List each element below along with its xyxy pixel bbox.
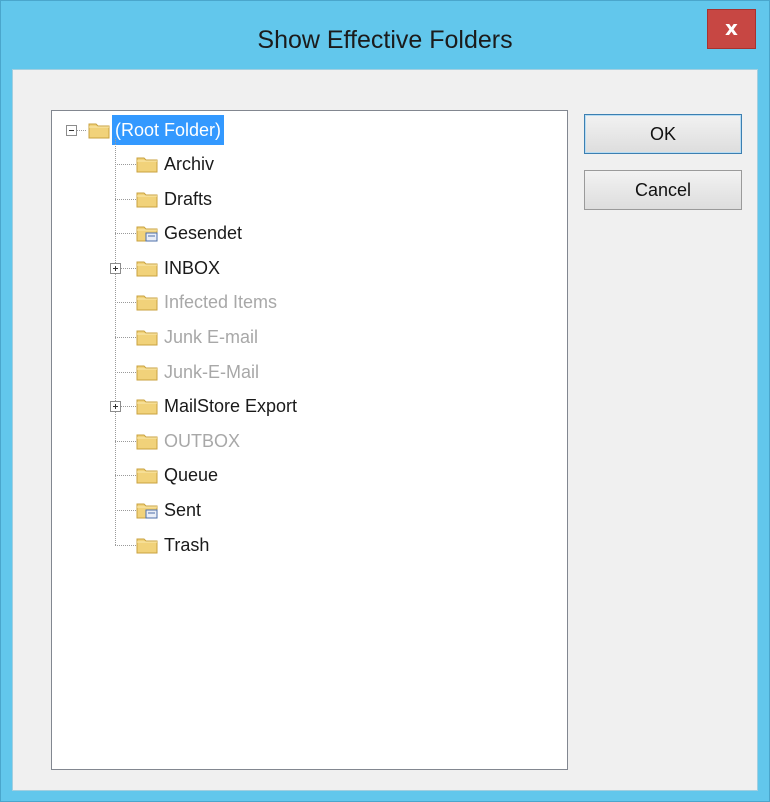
tree-node-label: Sent: [164, 500, 202, 520]
tree-node-label: Trash: [164, 535, 210, 555]
tree-node-root-folder[interactable]: (Root Folder): [66, 115, 266, 145]
expand-icon[interactable]: [110, 263, 121, 274]
folder-icon: [136, 399, 158, 415]
tree-node-mailstore-export[interactable]: MailStore Export: [106, 391, 406, 421]
cancel-button[interactable]: Cancel: [584, 170, 742, 210]
folder-icon: [136, 538, 158, 554]
sent-folder-icon: [136, 503, 158, 519]
tree-node-label: Queue: [164, 465, 219, 485]
close-icon: x: [725, 16, 738, 40]
sent-folder-icon: [136, 226, 158, 242]
folder-tree[interactable]: (Root Folder) Archiv Drafts Gesendet INBOX I…: [51, 110, 568, 770]
collapse-icon[interactable]: [66, 125, 77, 136]
tree-node-label: Junk E-mail: [164, 327, 259, 347]
dialog-client-area: (Root Folder) Archiv Drafts Gesendet INBOX I…: [12, 69, 758, 791]
folder-icon: [88, 123, 110, 139]
folder-icon: [136, 157, 158, 173]
folder-icon: [136, 468, 158, 484]
tree-node-label: MailStore Export: [164, 396, 298, 416]
tree-node-queue[interactable]: Queue: [106, 460, 406, 490]
expand-icon[interactable]: [110, 401, 121, 412]
tree-node-label: INBOX: [164, 258, 221, 278]
tree-node-gesendet[interactable]: Gesendet: [106, 218, 406, 248]
dialog-title: Show Effective Folders: [257, 26, 513, 54]
tree-node-label: Drafts: [164, 189, 213, 209]
close-button[interactable]: x: [707, 9, 756, 49]
tree-node-trash[interactable]: Trash: [106, 530, 406, 560]
folder-icon: [136, 434, 158, 450]
folder-icon: [136, 365, 158, 381]
folder-icon: [136, 295, 158, 311]
dialog-window: Show Effective Folders x (Root Folder) A…: [0, 0, 770, 802]
tree-node-inbox[interactable]: INBOX: [106, 253, 406, 283]
tree-node-junk-e-mail[interactable]: Junk E-mail: [106, 322, 406, 352]
ok-button[interactable]: OK: [584, 114, 742, 154]
tree-node-label: Junk-E-Mail: [164, 362, 260, 382]
tree-node-label: Gesendet: [164, 223, 243, 243]
folder-icon: [136, 192, 158, 208]
tree-node-label: Infected Items: [164, 292, 278, 312]
folder-icon: [136, 261, 158, 277]
tree-node-label: Archiv: [164, 154, 215, 174]
tree-node-drafts[interactable]: Drafts: [106, 184, 406, 214]
tree-node-junk-e-mail[interactable]: Junk-E-Mail: [106, 357, 406, 387]
tree-node-infected-items[interactable]: Infected Items: [106, 287, 406, 317]
tree-node-label: OUTBOX: [164, 431, 241, 451]
tree-node-label: (Root Folder): [112, 115, 225, 145]
tree-node-outbox[interactable]: OUTBOX: [106, 426, 406, 456]
tree-node-archiv[interactable]: Archiv: [106, 149, 406, 179]
folder-icon: [136, 330, 158, 346]
tree-node-sent[interactable]: Sent: [106, 495, 406, 525]
